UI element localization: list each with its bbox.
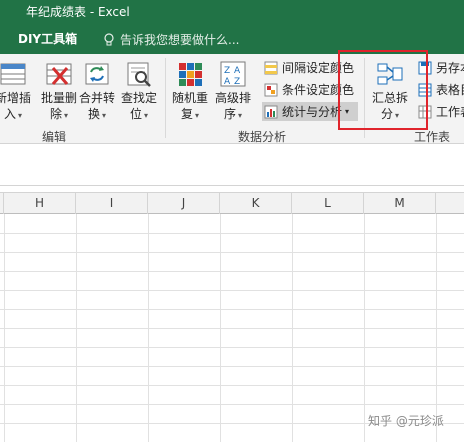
dropdown-arrow-icon: ▾ (18, 111, 23, 120)
advanced-sort-label-2: 序 (223, 107, 236, 121)
random-repeat-button[interactable]: 随机重 复 ▾ (170, 60, 210, 124)
column-header-h[interactable]: H (4, 193, 76, 214)
find-magnifier-icon (125, 60, 153, 88)
column-header-m[interactable]: M (364, 193, 436, 214)
worksheet-label: 工作表 (436, 105, 464, 119)
column-gridline (220, 214, 221, 442)
advanced-sort-label-1: 高级排 (214, 91, 251, 105)
random-repeat-label-2: 复 (180, 107, 193, 121)
row-gridline (0, 366, 464, 367)
row-gridline (0, 252, 464, 253)
column-gridline (364, 214, 365, 442)
row-gridline (0, 385, 464, 386)
column-header-i[interactable]: I (76, 193, 148, 214)
tell-me-placeholder: 告诉我您想要做什么... (120, 33, 240, 47)
lightbulb-icon (104, 32, 114, 45)
find-locate-button[interactable]: 查找定 位 ▾ (118, 60, 160, 124)
column-gridline (148, 214, 149, 442)
insert-new-label-1: 新增插 (0, 91, 31, 105)
random-repeat-label-1: 随机重 (171, 91, 208, 105)
column-gridline (292, 214, 293, 442)
svg-text:Z: Z (224, 66, 230, 76)
title-bar: 年纪成绩表 - Excel (0, 0, 464, 24)
delete-cells-icon (45, 60, 73, 88)
column-gridline (76, 214, 77, 442)
dropdown-arrow-icon: ▾ (195, 111, 200, 120)
dropdown-arrow-icon: ▾ (102, 111, 107, 120)
interval-color-icon (264, 61, 278, 74)
edit-group-label: 编辑 (42, 130, 67, 144)
highlight-annotation-box (338, 50, 428, 130)
save-copy-label: 另存本 (436, 61, 464, 75)
dropdown-arrow-icon: ▾ (238, 111, 243, 120)
column-gridline (436, 214, 437, 442)
row-gridline (0, 404, 464, 405)
formula-bar-area (0, 144, 464, 186)
data-analysis-group-label: 数据分析 (238, 130, 287, 144)
insert-new-label-2: 入 (3, 107, 16, 121)
insert-new-button[interactable]: 新增插 入 ▾ (0, 60, 32, 124)
row-gridline (0, 271, 464, 272)
batch-delete-button[interactable]: 批量删 除 ▾ (40, 60, 78, 124)
merge-convert-button[interactable]: 合并转 换 ▾ (78, 60, 116, 124)
find-locate-label-2: 位 (129, 107, 142, 121)
column-header-j[interactable]: J (148, 193, 220, 214)
stats-chart-icon (264, 105, 278, 118)
random-grid-icon (176, 60, 204, 88)
svg-text:A: A (224, 77, 231, 87)
sort-az-icon: ZAAZ (219, 60, 247, 88)
dropdown-arrow-icon: ▾ (144, 111, 149, 120)
column-header-k[interactable]: K (220, 193, 292, 214)
merge-convert-label-2: 换 (87, 107, 100, 121)
worksheet-group-label: 工作表 (414, 130, 451, 144)
merge-cells-icon (83, 60, 111, 88)
insert-rows-icon (0, 60, 27, 88)
tell-me-search[interactable]: 告诉我您想要做什么... (103, 31, 239, 48)
tab-diy-toolbox[interactable]: DIY工具箱 (18, 30, 77, 47)
batch-delete-label-2: 除 (49, 107, 62, 121)
svg-text:A: A (234, 66, 241, 76)
advanced-sort-button[interactable]: ZAAZ 高级排 序 ▾ (212, 60, 254, 124)
row-gridline (0, 309, 464, 310)
batch-delete-label-1: 批量删 (40, 91, 77, 105)
row-gridline (0, 347, 464, 348)
condition-color-icon (264, 83, 278, 96)
find-locate-label-1: 查找定 (120, 91, 157, 105)
watermark: 知乎 @元珍派 (368, 414, 444, 428)
column-header-l[interactable]: L (292, 193, 364, 214)
window-title: 年纪成绩表 - Excel (26, 5, 130, 19)
dropdown-arrow-icon: ▾ (64, 111, 69, 120)
table-directory-label: 表格目 (436, 83, 464, 97)
column-gridline (4, 214, 5, 442)
svg-text:Z: Z (234, 77, 240, 87)
column-headers: H I J K L M (0, 192, 464, 214)
row-gridline (0, 233, 464, 234)
group-divider (165, 58, 166, 138)
row-gridline (0, 290, 464, 291)
cell-grid[interactable] (0, 214, 464, 442)
row-gridline (0, 328, 464, 329)
merge-convert-label-1: 合并转 (78, 91, 115, 105)
stats-analysis-label: 统计与分析 (282, 105, 343, 119)
